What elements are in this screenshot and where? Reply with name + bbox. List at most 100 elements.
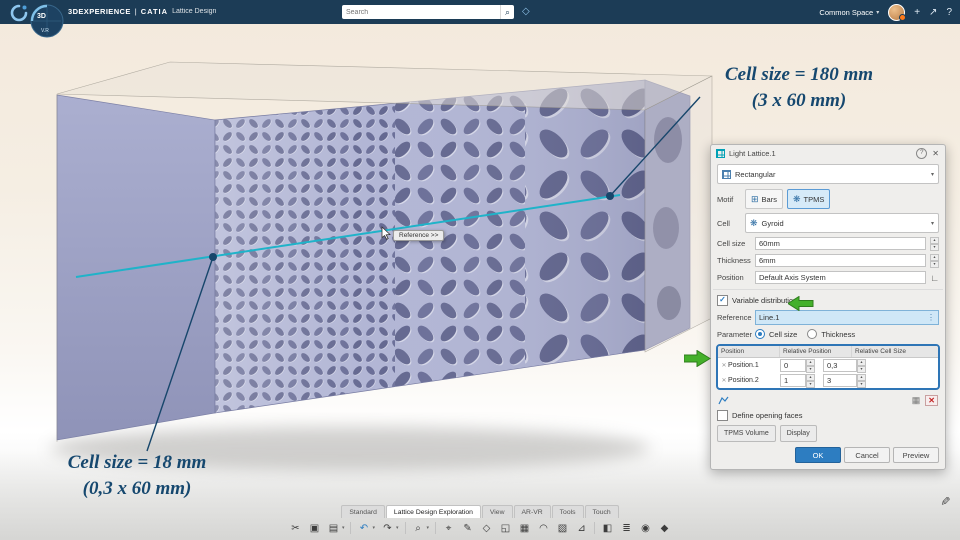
position-input[interactable] [755, 271, 927, 284]
section-icon[interactable]: ◧ [601, 523, 614, 534]
thickness-row: Thickness ▲▼ [717, 254, 939, 268]
cell-label: Cell [717, 218, 730, 228]
dialog-close-icon[interactable]: ✕ [931, 149, 940, 158]
pattern-type-dropdown[interactable]: Rectangular ▾ [717, 164, 939, 184]
tab-view[interactable]: View [481, 505, 513, 518]
tab-lattice-design-exploration[interactable]: Lattice Design Exploration [385, 505, 481, 518]
space-selector[interactable]: Common Space ▾ [819, 8, 879, 17]
share-icon[interactable]: ↗ [929, 7, 937, 18]
cancel-button[interactable]: Cancel [844, 447, 890, 463]
define-opening-faces-checkbox[interactable] [717, 410, 728, 421]
svg-text:3D: 3D [37, 13, 46, 20]
green-arrow-variable-distribution [788, 296, 814, 311]
dropdown-chevron-icon[interactable]: ▾ [342, 525, 345, 531]
redo-icon[interactable]: ↷ [381, 523, 394, 534]
pattern-icon[interactable]: ▧ [556, 523, 569, 534]
relative-cell-size-stepper[interactable]: ▲ ▼ [857, 359, 866, 373]
table-row[interactable]: ✕ Position.2 ▲▼ ▲▼ [718, 373, 938, 388]
display-button[interactable]: Display [779, 425, 817, 442]
relative-position-input[interactable] [780, 374, 806, 387]
chevron-down-icon: ▾ [930, 171, 934, 178]
cell-type-dropdown[interactable]: ❋ Gyroid ▾ [745, 213, 939, 233]
add-button[interactable]: + [914, 7, 920, 18]
clear-table-icon[interactable]: ✕ [925, 395, 938, 406]
dropdown-chevron-icon[interactable]: ▾ [427, 525, 430, 531]
reference-field[interactable]: Line.1 ⋮ [755, 310, 939, 325]
dialog-help-icon[interactable]: ? [916, 147, 928, 159]
motif-tpms-button[interactable]: ❋ TPMS [786, 189, 831, 209]
thickness-input[interactable] [755, 254, 926, 267]
cut-icon[interactable]: ✂ [289, 523, 302, 534]
layers-icon[interactable]: ≣ [620, 523, 633, 534]
ok-button[interactable]: OK [795, 447, 841, 463]
annotation-endpoint-dot [606, 192, 614, 200]
paste-icon[interactable]: ▤ [327, 523, 340, 534]
motif-bars-button[interactable]: ⊞ Bars [745, 189, 783, 209]
tpms-volume-button[interactable]: TPMS Volume [717, 425, 776, 442]
lattice-model[interactable] [56, 60, 691, 441]
plane-icon[interactable]: ◇ [480, 523, 493, 534]
tag-icon[interactable]: ◇ [522, 6, 530, 17]
parameter-cell-size-radio[interactable] [755, 329, 765, 339]
table-header: Position Relative Position Relative Cell… [718, 346, 938, 358]
relative-cell-size-input[interactable] [823, 374, 857, 387]
notification-badge [899, 13, 907, 21]
tab-standard[interactable]: Standard [341, 505, 385, 518]
copy-icon[interactable]: ▣ [308, 523, 321, 534]
search-bar[interactable]: ⌕ [342, 5, 514, 19]
app-title: 3DEXPERIENCE | CATIA Lattice Design [68, 7, 217, 16]
robot-compass[interactable]: 3D V.R [28, 2, 66, 42]
parameter-thickness-radio[interactable] [807, 329, 818, 339]
relative-position-stepper[interactable]: ▲ ▼ [806, 374, 815, 388]
table-grid-icon[interactable]: ▦ [912, 395, 921, 406]
relative-position-input[interactable] [780, 359, 806, 372]
extrude-icon[interactable]: ◱ [499, 523, 512, 534]
distribution-curve-icon[interactable] [718, 395, 729, 406]
position-row: Position ∟ [717, 271, 939, 284]
zoom-icon[interactable]: ⌕ [412, 523, 425, 534]
annotate-pencil-icon[interactable]: ✎ [938, 496, 952, 506]
measure-icon[interactable]: ⊿ [575, 523, 588, 534]
tpms-motif-icon: ❋ [792, 193, 801, 204]
relative-position-stepper[interactable]: ▲ ▼ [806, 359, 815, 373]
help-icon[interactable]: ? [946, 7, 952, 18]
cell-size-label: Cell size [717, 239, 746, 248]
undo-icon[interactable]: ↶ [357, 523, 370, 534]
relative-cell-size-stepper[interactable]: ▲ ▼ [857, 374, 866, 388]
reference-picker-icon[interactable]: ⋮ [927, 313, 935, 322]
search-icon[interactable]: ⌕ [499, 5, 514, 19]
relative-cell-size-input[interactable] [823, 359, 857, 372]
preview-button[interactable]: Preview [893, 447, 939, 463]
row-delete-icon[interactable]: ✕ [720, 377, 728, 384]
toolbar-separator [594, 522, 596, 534]
top-bar: 3DEXPERIENCE | CATIA Lattice Design ⌕ ◇ … [0, 0, 960, 24]
tab-ar-vr[interactable]: AR-VR [513, 505, 551, 518]
display-icon[interactable]: ◉ [639, 523, 652, 534]
motif-label: Motif [717, 194, 734, 204]
cell-size-stepper[interactable]: ▲ ▼ [930, 237, 939, 251]
isometric-view-icon[interactable]: ◆ [658, 523, 671, 534]
application-window: Cell size = 180 mm (3 x 60 mm) Cell size… [0, 0, 960, 540]
sketch-icon[interactable]: ✎ [461, 523, 474, 534]
fillet-icon[interactable]: ◠ [537, 523, 550, 534]
variable-distribution-checkbox[interactable]: ✓ [717, 295, 728, 306]
search-input[interactable] [342, 8, 500, 16]
user-avatar[interactable] [888, 3, 907, 21]
dialog-toggle-buttons: TPMS Volume Display [717, 425, 939, 442]
dialog-title: Light Lattice.1 [729, 148, 776, 158]
lattice-icon[interactable]: ▦ [518, 523, 531, 534]
dialog-title-bar[interactable]: Light Lattice.1 ? ✕ [711, 145, 945, 161]
tab-tools[interactable]: Tools [551, 505, 584, 518]
tab-touch[interactable]: Touch [584, 505, 619, 518]
row-delete-icon[interactable]: ✕ [720, 362, 728, 369]
dropdown-chevron-icon[interactable]: ▾ [372, 525, 375, 531]
table-row[interactable]: ✕ Position.1 ▲▼ ▲▼ [718, 358, 938, 373]
motif-row: Motif ⊞ Bars ❋ TPMS [717, 189, 939, 209]
variable-distribution-row: ✓ Variable distribution [717, 295, 939, 306]
axis-system-icon[interactable]: ⌖ [442, 523, 455, 534]
cell-size-input[interactable] [755, 237, 926, 250]
axis-system-icon[interactable]: ∟ [930, 273, 939, 283]
thickness-stepper[interactable]: ▲ ▼ [930, 254, 939, 268]
chevron-down-icon: ▾ [876, 9, 880, 16]
dropdown-chevron-icon[interactable]: ▾ [396, 525, 399, 531]
